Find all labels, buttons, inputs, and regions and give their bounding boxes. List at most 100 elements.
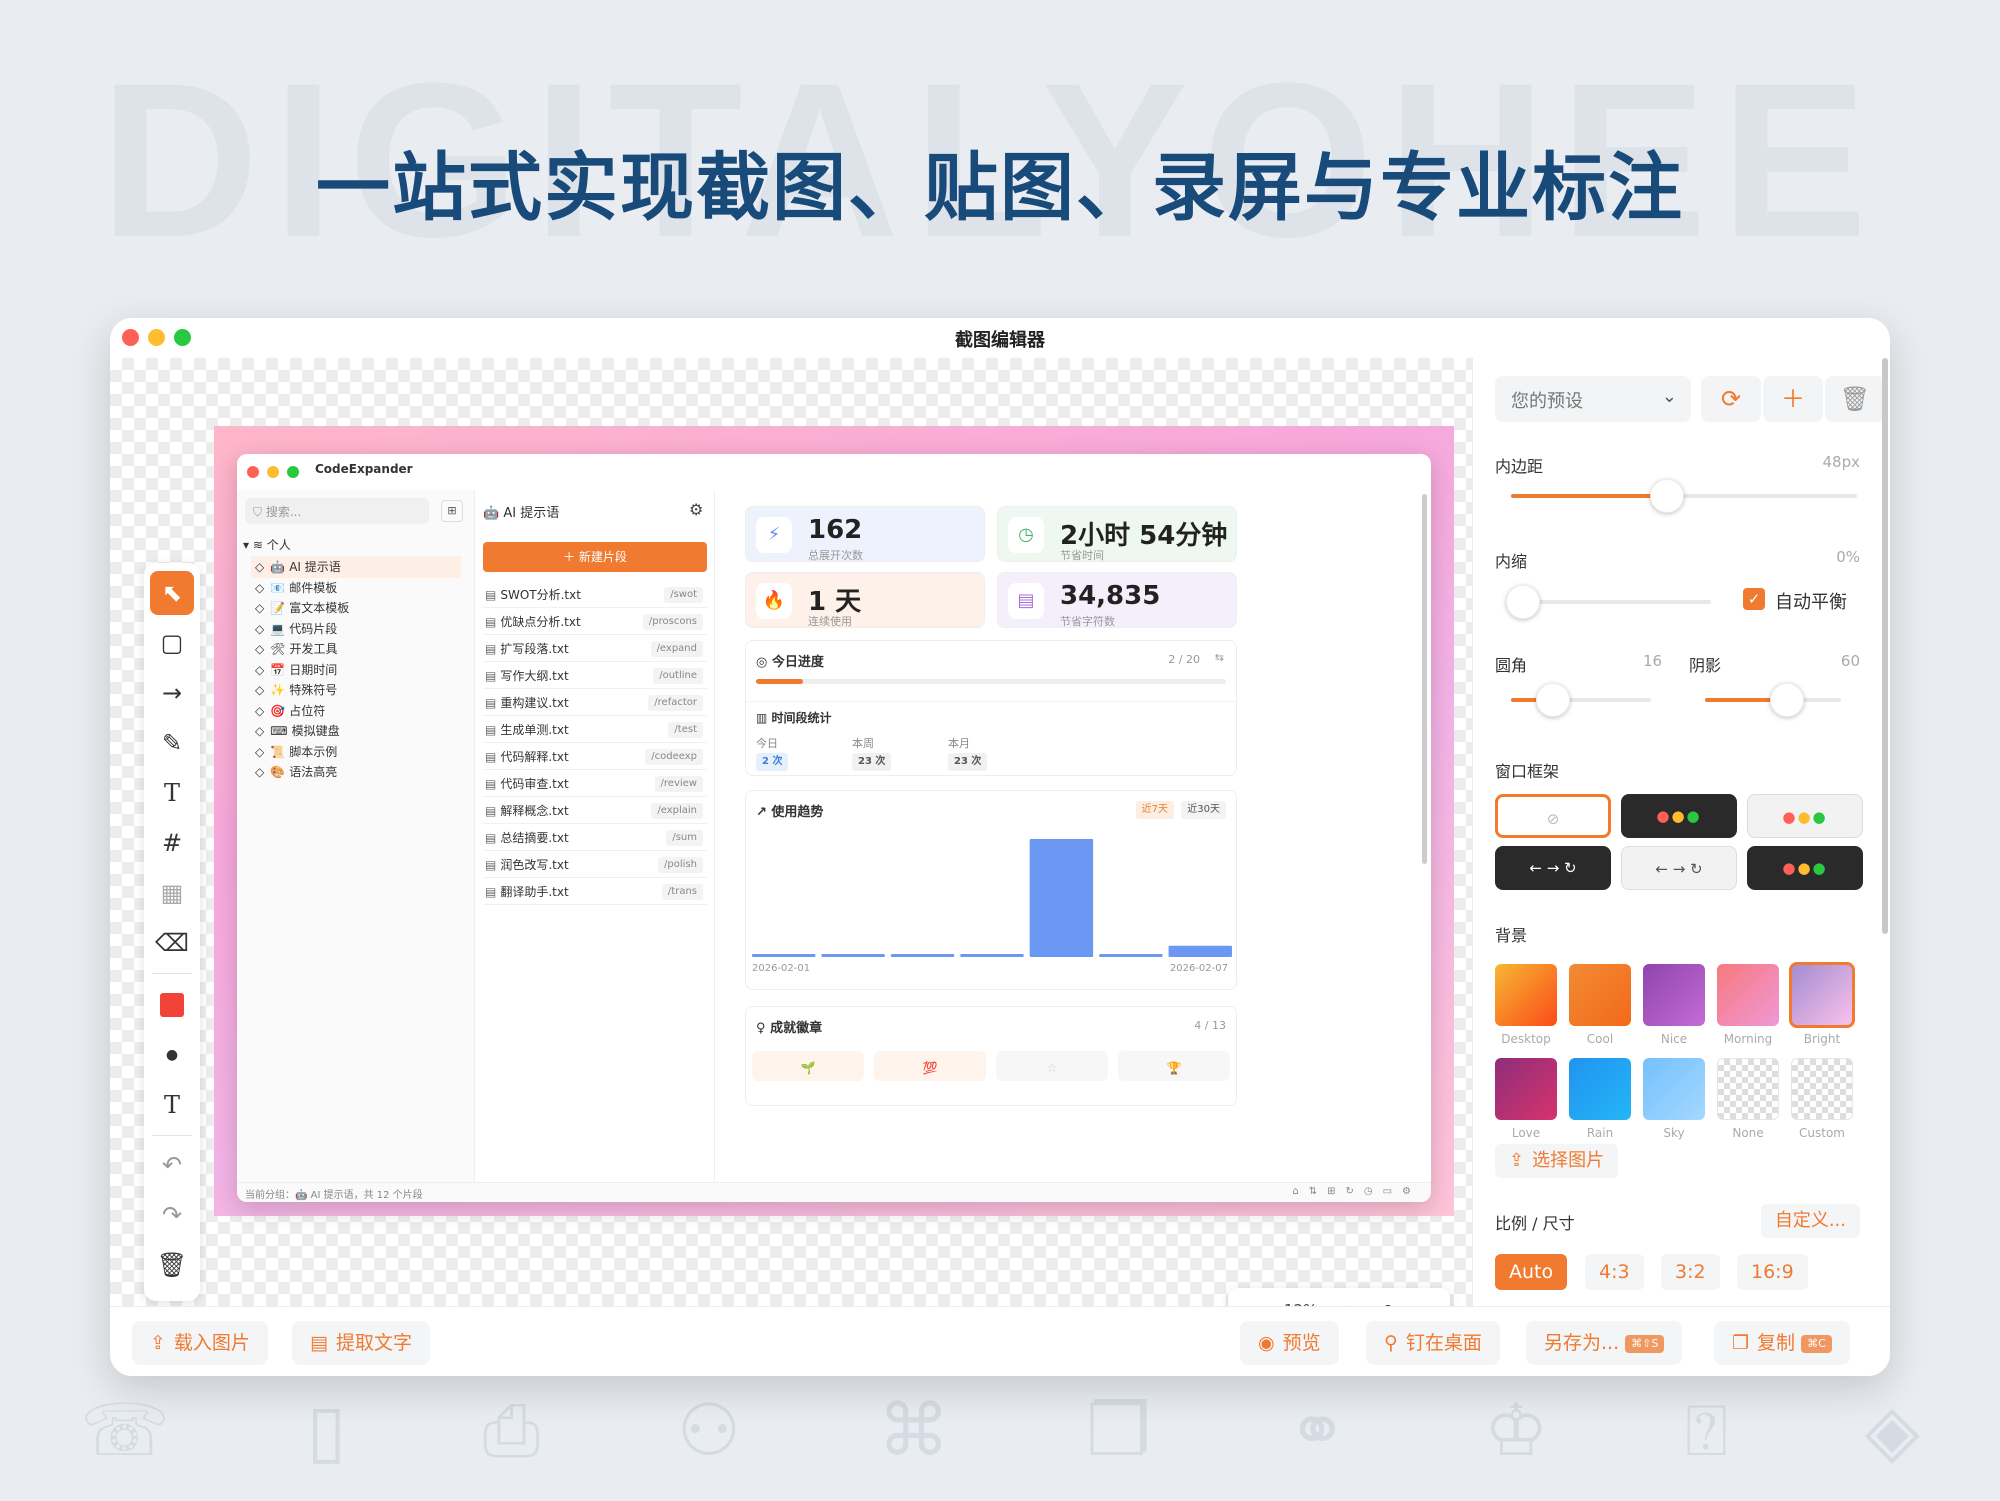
radius-slider-thumb[interactable] bbox=[1536, 683, 1570, 717]
tree-item-icon: 📧 bbox=[270, 580, 286, 595]
ratio-option[interactable]: 4:3 bbox=[1585, 1254, 1644, 1290]
load-image-button[interactable]: ⇪ 载入图片 bbox=[132, 1321, 268, 1365]
tree-item[interactable]: ◇ 📝 富文本模板 bbox=[255, 597, 349, 619]
shadow-slider-thumb[interactable] bbox=[1769, 683, 1804, 717]
background-swatch[interactable] bbox=[1495, 1058, 1557, 1120]
frame-dark-dots[interactable]: ●●● bbox=[1621, 794, 1737, 838]
delete-preset-button[interactable]: 🗑 bbox=[1825, 376, 1885, 422]
preset-select[interactable]: 您的预设 ⌄ bbox=[1495, 376, 1691, 422]
ratio-option[interactable]: 3:2 bbox=[1661, 1254, 1720, 1290]
background-swatch[interactable] bbox=[1643, 964, 1705, 1026]
snippet-item[interactable]: ▤ 优缺点分析.txt/proscons bbox=[483, 609, 707, 635]
inner-scrollbar bbox=[1422, 494, 1427, 864]
shadow-value: 60 bbox=[1840, 652, 1860, 670]
select-image-button[interactable]: ⇪ 选择图片 bbox=[1495, 1144, 1619, 1178]
tree-item[interactable]: ◇ ⌨ 模拟键盘 bbox=[255, 720, 340, 742]
preview-button[interactable]: ◉ 预览 bbox=[1240, 1321, 1339, 1365]
gear-icon[interactable]: ⚙ bbox=[689, 500, 703, 519]
padding-slider-thumb[interactable] bbox=[1649, 479, 1684, 513]
search-input[interactable]: ⛉ 搜索... bbox=[245, 498, 429, 524]
snippet-item[interactable]: ▤ 重构建议.txt/refactor bbox=[483, 690, 707, 716]
tree-item[interactable]: ◇ 📜 脚本示例 bbox=[255, 741, 337, 763]
background-swatch[interactable] bbox=[1643, 1058, 1705, 1120]
background-swatch[interactable] bbox=[1495, 964, 1557, 1026]
background-swatch[interactable] bbox=[1569, 964, 1631, 1026]
mosaic-tool[interactable]: ▦ bbox=[150, 871, 194, 915]
pin-desktop-button[interactable]: ⚲ 钉在桌面 bbox=[1366, 1321, 1500, 1365]
new-snippet-button[interactable]: ＋ 新建片段 bbox=[483, 542, 707, 572]
redo-button[interactable]: ↷ bbox=[150, 1193, 194, 1237]
snippet-item[interactable]: ▤ 代码解释.txt/codeexp bbox=[483, 744, 707, 770]
tab-7-days[interactable]: 近7天 bbox=[1135, 801, 1174, 819]
number-tool[interactable]: # bbox=[150, 821, 194, 865]
refresh-preset-button[interactable]: ⟳ bbox=[1701, 376, 1761, 422]
tree-item[interactable]: ◇ 🎨 语法高亮 bbox=[255, 761, 337, 783]
extract-text-button[interactable]: ▤ 提取文字 bbox=[292, 1321, 430, 1365]
inset-slider[interactable] bbox=[1506, 585, 1711, 619]
new-snippet-label: 新建片段 bbox=[578, 550, 627, 564]
text-tool[interactable]: T bbox=[150, 771, 194, 815]
background-swatch[interactable] bbox=[1791, 1058, 1853, 1120]
tree-item[interactable]: ◇ 🎯 占位符 bbox=[255, 700, 325, 722]
snippet-item[interactable]: ▤ SWOT分析.txt/swot bbox=[483, 582, 707, 608]
shadow-slider[interactable] bbox=[1705, 683, 1841, 717]
ratio-option[interactable]: 16:9 bbox=[1737, 1254, 1808, 1290]
save-as-button[interactable]: 另存为... ⌘⇧S bbox=[1526, 1321, 1683, 1365]
snippet-item[interactable]: ▤ 扩写段落.txt/expand bbox=[483, 636, 707, 662]
frame-none[interactable]: ⊘ bbox=[1495, 794, 1611, 838]
tree-item[interactable]: ◇ 🛠 开发工具 bbox=[255, 638, 337, 660]
trophy-icon: 🏆 bbox=[1166, 1061, 1182, 1075]
tree-root[interactable]: ▾ ≋ 个人 bbox=[243, 534, 291, 556]
rectangle-tool[interactable]: ▢ bbox=[150, 621, 194, 665]
stroke-size-picker[interactable]: ● bbox=[150, 1033, 194, 1077]
new-folder-button[interactable]: ⊞ bbox=[441, 500, 463, 522]
color-picker[interactable] bbox=[150, 983, 194, 1027]
snippet-item[interactable]: ▤ 总结摘要.txt/sum bbox=[483, 825, 707, 851]
frame-dark-dots-alt[interactable]: ●●● bbox=[1747, 846, 1863, 890]
traffic-light-icon: ●●● bbox=[1782, 859, 1828, 877]
delete-button[interactable]: 🗑 bbox=[150, 1243, 194, 1287]
inset-slider-thumb[interactable] bbox=[1506, 585, 1540, 619]
copy-button[interactable]: ❐ 复制 ⌘C bbox=[1714, 1321, 1850, 1365]
background-swatch[interactable] bbox=[1569, 1058, 1631, 1120]
snippet-item[interactable]: ▤ 润色改写.txt/polish bbox=[483, 852, 707, 878]
snippet-item[interactable]: ▤ 写作大纲.txt/outline bbox=[483, 663, 707, 689]
screenshot-preview[interactable]: CodeExpander ⛉ 搜索... ⊞ ▾ ≋ 个人 ◇ 🤖 AI 提示语 ◇ 📧… bbox=[237, 454, 1431, 1202]
background-swatch[interactable] bbox=[1717, 964, 1779, 1026]
snippet-tag: /test bbox=[668, 722, 703, 738]
snippet-item[interactable]: ▤ 翻译助手.txt/trans bbox=[483, 879, 707, 905]
frame-light-browser[interactable]: ← → ↻ bbox=[1621, 846, 1737, 890]
background-swatch[interactable] bbox=[1789, 962, 1855, 1028]
frame-light-dots[interactable]: ●●● bbox=[1747, 794, 1863, 838]
add-preset-button[interactable]: ＋ bbox=[1763, 376, 1823, 422]
editor-canvas[interactable]: ⬉ ▢ → ✎ T # ▦ ⌫ ● T ↶ ↷ 🗑 CodeExpander ⛉… bbox=[110, 358, 1472, 1336]
group-header: 🤖 AI 提示语 bbox=[483, 506, 560, 521]
ratio-option[interactable]: Auto bbox=[1495, 1254, 1568, 1290]
panel-scrollbar[interactable] bbox=[1882, 358, 1888, 934]
padding-slider[interactable] bbox=[1511, 479, 1857, 513]
custom-size-button[interactable]: 自定义... bbox=[1760, 1204, 1860, 1238]
eraser-tool[interactable]: ⌫ bbox=[150, 921, 194, 965]
arrow-tool[interactable]: → bbox=[150, 671, 194, 715]
snippet-tag: /swot bbox=[664, 587, 703, 603]
snippet-item[interactable]: ▤ 代码审查.txt/review bbox=[483, 771, 707, 797]
background-swatch[interactable] bbox=[1717, 1058, 1779, 1120]
tree-item[interactable]: ◇ 💻 代码片段 bbox=[255, 618, 337, 640]
undo-button[interactable]: ↶ bbox=[150, 1143, 194, 1187]
tree-item[interactable]: ◇ ✨ 特殊符号 bbox=[255, 679, 337, 701]
background-swatch-label: Cool bbox=[1586, 1032, 1614, 1046]
tree-item[interactable]: ◇ 🤖 AI 提示语 bbox=[251, 556, 461, 578]
settings-slider-icon[interactable]: ⇆ bbox=[1215, 651, 1224, 664]
tree-item[interactable]: ◇ 📧 邮件模板 bbox=[255, 577, 337, 599]
tree-item[interactable]: ◇ 📅 日期时间 bbox=[255, 659, 337, 681]
select-tool[interactable]: ⬉ bbox=[150, 571, 194, 615]
badge-star: ☆ bbox=[996, 1051, 1108, 1081]
pen-tool[interactable]: ✎ bbox=[150, 721, 194, 765]
tab-30-days[interactable]: 近30天 bbox=[1181, 801, 1226, 819]
snippet-item[interactable]: ▤ 生成单测.txt/test bbox=[483, 717, 707, 743]
frame-dark-browser[interactable]: ← → ↻ bbox=[1495, 846, 1611, 890]
radius-slider[interactable] bbox=[1511, 683, 1651, 717]
snippet-item[interactable]: ▤ 解释概念.txt/explain bbox=[483, 798, 707, 824]
auto-balance-checkbox[interactable]: ✓ bbox=[1743, 588, 1765, 610]
font-style-picker[interactable]: T bbox=[150, 1083, 194, 1127]
